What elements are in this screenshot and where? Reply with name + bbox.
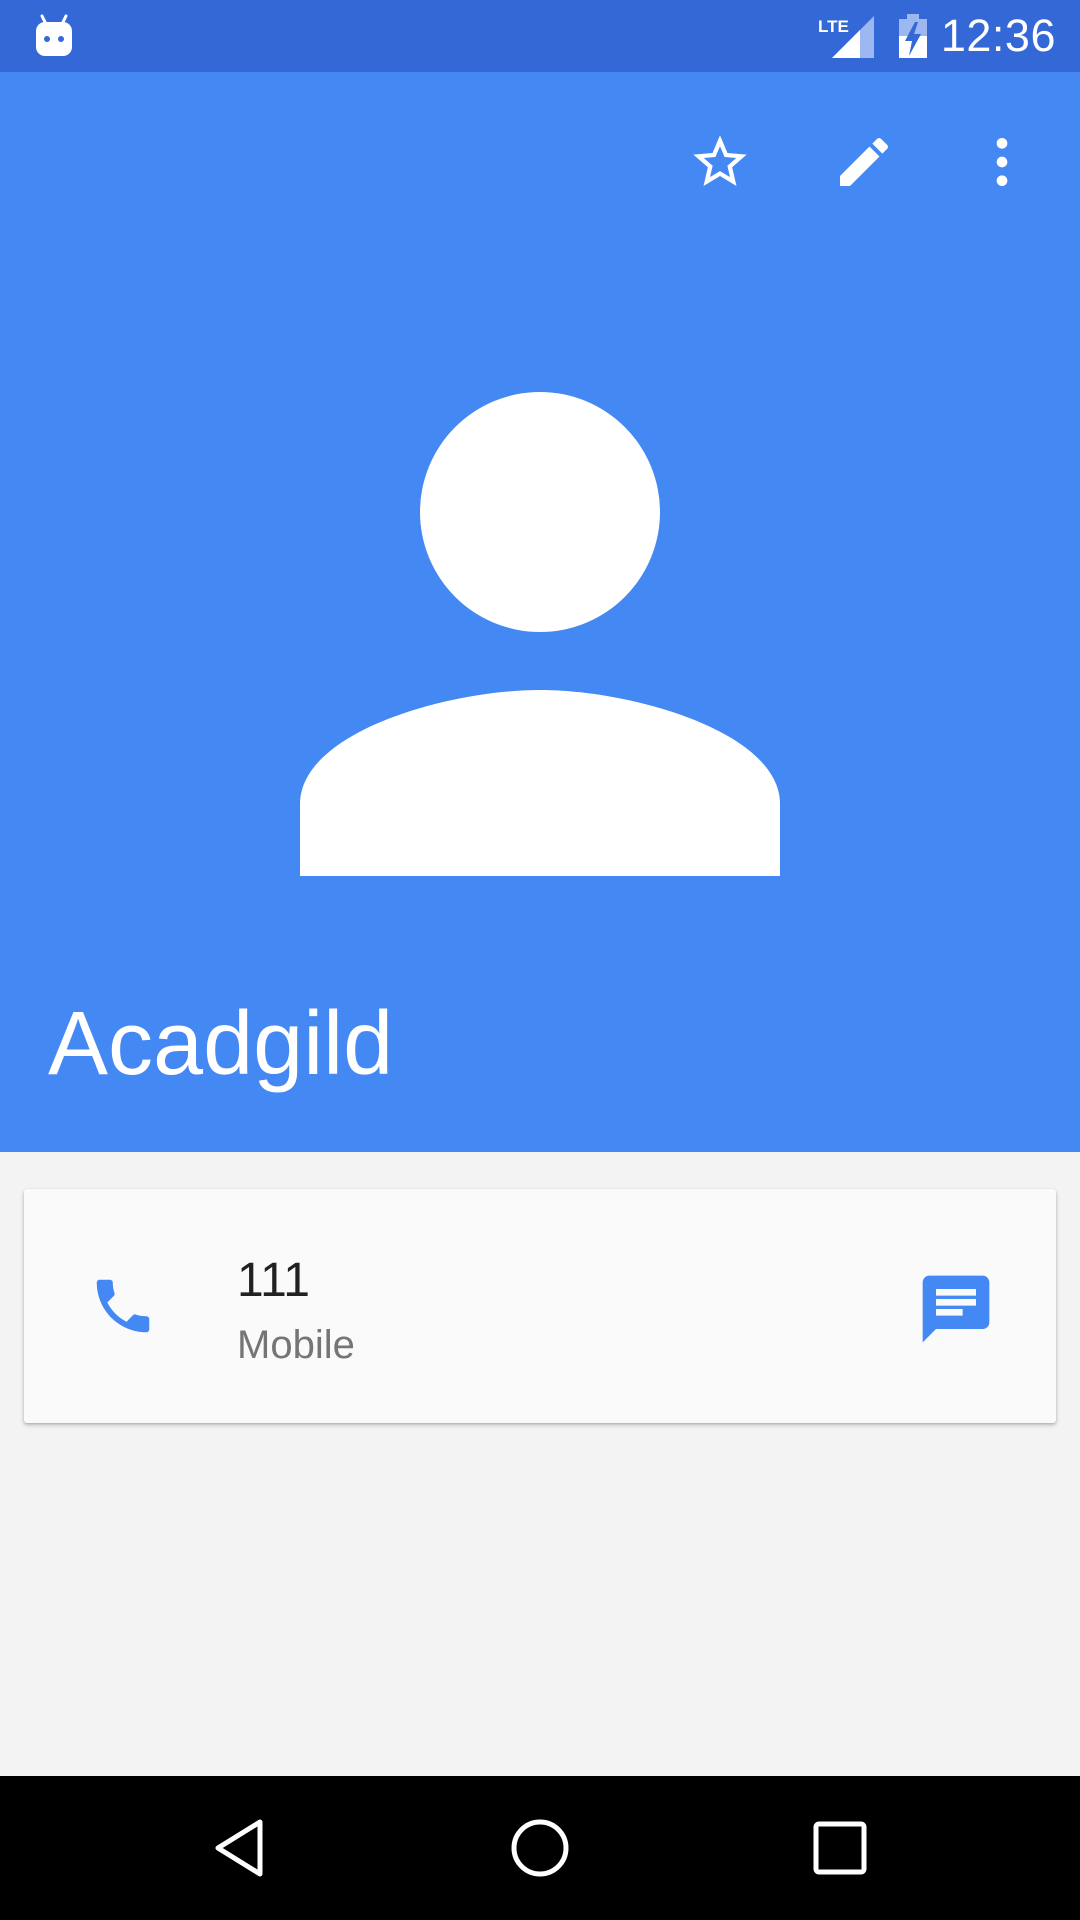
- status-bar: LTE 12:36: [0, 0, 1080, 72]
- star-button[interactable]: [678, 120, 762, 204]
- back-button[interactable]: [190, 1798, 290, 1898]
- avatar-placeholder-icon: [300, 392, 780, 876]
- status-clock: 12:36: [940, 10, 1056, 61]
- message-icon[interactable]: [916, 1269, 996, 1349]
- recents-button[interactable]: [790, 1798, 890, 1898]
- more-options-button[interactable]: [960, 120, 1044, 204]
- contact-name: Acadgild: [48, 994, 394, 1094]
- phone-type: Mobile: [237, 1323, 355, 1367]
- edit-icon: [840, 137, 889, 186]
- phone-number: 111: [237, 1254, 310, 1307]
- phone-number-card[interactable]: 111 Mobile: [24, 1189, 1056, 1423]
- home-button[interactable]: [490, 1798, 590, 1898]
- star-icon: [693, 135, 747, 186]
- recents-icon: [813, 1821, 867, 1875]
- back-icon: [215, 1819, 263, 1877]
- more-vert-icon: [996, 138, 1008, 186]
- network-label: LTE: [818, 17, 849, 36]
- battery-charging-icon: [899, 14, 927, 58]
- contact-header: Acadgild: [0, 72, 1080, 1152]
- home-icon: [511, 1819, 569, 1877]
- android-icon: [36, 14, 72, 56]
- lte-signal-icon: LTE: [818, 16, 874, 58]
- navigation-bar: [0, 1776, 1080, 1920]
- phone-icon[interactable]: [88, 1271, 158, 1341]
- edit-button[interactable]: [822, 120, 906, 204]
